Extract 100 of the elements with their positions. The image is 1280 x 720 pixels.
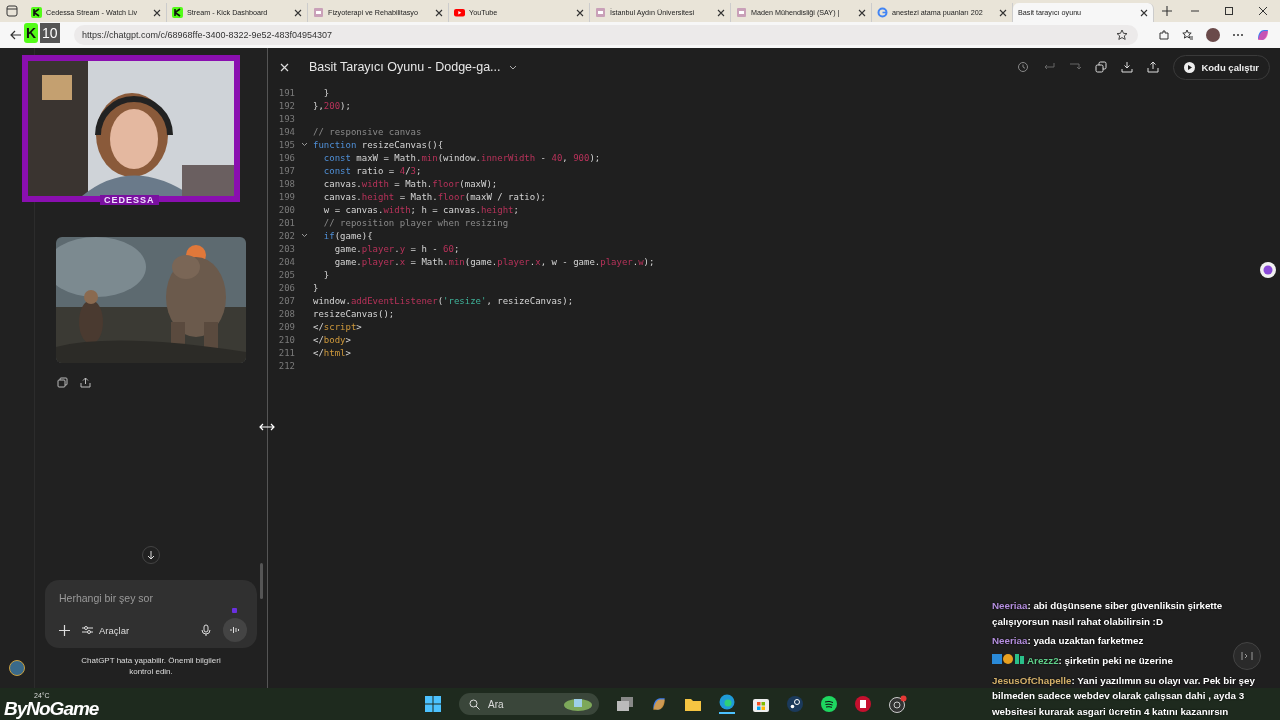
landscape-icon bbox=[563, 697, 593, 711]
message-input-placeholder[interactable]: Herhangi bir şey sor bbox=[59, 592, 247, 605]
close-tab-icon[interactable] bbox=[294, 8, 302, 17]
address-bar[interactable]: https://chatgpt.com/c/68968ffe-3400-8322-9e52-483f04954307 bbox=[74, 25, 1138, 45]
close-tab-icon[interactable] bbox=[858, 8, 866, 17]
code-line: const maxW = Math.min(window.innerWidth - 40, 900); bbox=[322, 152, 601, 163]
code-line: window.addEventListener('resize', resizeCanvas); bbox=[313, 295, 574, 306]
code-line: if(game){ bbox=[322, 230, 373, 241]
close-tab-icon[interactable] bbox=[999, 8, 1007, 17]
code-line: canvas.height = Math.floor(maxW / ratio); bbox=[322, 191, 547, 202]
task-view-icon[interactable] bbox=[617, 697, 633, 711]
line-number: 202 bbox=[277, 230, 295, 241]
tools-button[interactable]: Araçlar bbox=[82, 624, 130, 636]
code-line: </script> bbox=[313, 321, 362, 332]
extensions-icon[interactable] bbox=[1158, 29, 1170, 41]
line-number: 208 bbox=[277, 308, 295, 319]
close-tab-icon[interactable] bbox=[435, 8, 443, 17]
tab-actions-icon[interactable] bbox=[6, 5, 18, 17]
line-number: 193 bbox=[277, 113, 295, 124]
chat-message: Arezz2: şirketin peki ne üzerine bbox=[992, 653, 1173, 669]
line-number: 194 bbox=[277, 126, 295, 137]
disclaimer-text: ChatGPT hata yapabilir. Önemli bilgileri kontrol edin. bbox=[80, 655, 222, 679]
copy-icon[interactable] bbox=[57, 377, 68, 388]
close-tab-icon[interactable] bbox=[576, 8, 584, 17]
copy-icon[interactable] bbox=[1095, 61, 1108, 73]
microphone-icon[interactable] bbox=[201, 623, 211, 637]
user-avatar[interactable] bbox=[9, 660, 25, 676]
resize-cursor-icon bbox=[259, 423, 275, 431]
waveform-icon bbox=[230, 626, 240, 635]
taskbar-search-field[interactable]: Ara bbox=[459, 693, 599, 715]
line-number: 212 bbox=[277, 360, 295, 371]
chat-message: Neeriaa: yada uzaktan farketmez bbox=[992, 634, 1144, 649]
code-line: function resizeCanvas(){ bbox=[313, 139, 444, 150]
more-icon[interactable] bbox=[1232, 33, 1244, 37]
close-tab-icon[interactable] bbox=[1140, 8, 1148, 17]
line-number: 209 bbox=[277, 321, 295, 332]
close-icon[interactable] bbox=[1258, 6, 1268, 16]
app-icon[interactable] bbox=[855, 696, 871, 712]
code-line: </html> bbox=[313, 347, 351, 358]
chat-message: JesusOfChapelle: Yani yazılımın su olayı var. Pek bir şey bilmeden sadece webdev olarak çalışsan dahi , ayda 3 websitesi kurarak asgari ücretin 4 katını kazanırsın bbox=[992, 673, 1256, 720]
maximize-icon[interactable] bbox=[1224, 6, 1234, 16]
folder-icon[interactable] bbox=[685, 697, 701, 711]
line-number: 197 bbox=[277, 165, 295, 176]
badge-icons bbox=[992, 654, 1024, 664]
line-number: 203 bbox=[277, 243, 295, 254]
voice-mode-button[interactable] bbox=[223, 618, 247, 643]
terminal-icon[interactable] bbox=[1233, 642, 1261, 670]
close-tab-icon[interactable] bbox=[717, 8, 725, 17]
fold-chevron-icon[interactable] bbox=[300, 142, 308, 147]
brand-logo: ByNoGame bbox=[4, 699, 99, 719]
download-icon[interactable] bbox=[1121, 61, 1134, 73]
start-icon[interactable] bbox=[425, 696, 441, 712]
redo-icon[interactable] bbox=[1069, 62, 1082, 72]
tab-favicon-icon bbox=[454, 7, 465, 18]
code-line: // reposition player when resizing bbox=[322, 217, 509, 228]
star-icon[interactable] bbox=[1116, 29, 1128, 41]
line-number: 200 bbox=[277, 204, 295, 215]
url-text: https://chatgpt.com/c/68968ffe-3400-8322-9e52-483f04954307 bbox=[82, 30, 333, 40]
code-line: game.player.y = h - 60; bbox=[333, 243, 460, 254]
share-icon[interactable] bbox=[80, 377, 91, 388]
favorites-icon[interactable] bbox=[1182, 29, 1194, 41]
tab-favicon-icon bbox=[31, 7, 42, 18]
line-number: 196 bbox=[277, 152, 295, 163]
extension-icon[interactable] bbox=[1260, 262, 1276, 278]
store-icon[interactable] bbox=[753, 696, 769, 712]
share-icon[interactable] bbox=[1147, 61, 1160, 73]
sliders-icon bbox=[82, 625, 93, 636]
line-number: 192 bbox=[277, 100, 295, 111]
code-line: game.player.x = Math.min(game.player.x, w - game.player.w); bbox=[333, 256, 655, 267]
line-number: 204 bbox=[277, 256, 295, 267]
history-icon[interactable] bbox=[1017, 61, 1030, 73]
code-line: const ratio = 4/3; bbox=[322, 165, 422, 176]
code-line: } bbox=[322, 269, 330, 280]
fold-chevron-icon[interactable] bbox=[300, 233, 308, 238]
line-number: 206 bbox=[277, 282, 295, 293]
arrow-down-icon bbox=[146, 550, 156, 561]
code-line: } bbox=[313, 282, 319, 293]
code-line: w = canvas.width; h = canvas.height; bbox=[322, 204, 519, 215]
tab-favicon-icon bbox=[736, 7, 747, 18]
line-number: 198 bbox=[277, 178, 295, 189]
new-tab-icon[interactable] bbox=[1162, 6, 1172, 16]
tab-favicon-icon bbox=[877, 7, 888, 18]
message-composer[interactable]: Herhangi bir şey sor Araçlar bbox=[45, 580, 257, 649]
caret-icon[interactable] bbox=[508, 64, 517, 70]
camera-label: CEDESSA bbox=[100, 195, 159, 205]
line-number: 199 bbox=[277, 191, 295, 202]
code-line: resizeCanvas(); bbox=[313, 308, 395, 319]
add-icon[interactable] bbox=[59, 624, 70, 636]
canvas-title[interactable]: Basit Tarayıcı Oyunu - Dodge-ga... bbox=[309, 60, 501, 74]
back-icon[interactable] bbox=[10, 29, 22, 41]
line-number: 195 bbox=[277, 139, 295, 150]
undo-icon[interactable] bbox=[1043, 62, 1056, 72]
kick-logo: K bbox=[24, 23, 38, 43]
close-tab-icon[interactable] bbox=[153, 8, 161, 17]
viewer-count: 10 bbox=[40, 23, 60, 43]
code-line: </body> bbox=[313, 334, 351, 345]
code-line: canvas.width = Math.floor(maxW); bbox=[322, 178, 498, 189]
profile-avatar[interactable] bbox=[1206, 28, 1220, 42]
tab-favicon-icon bbox=[313, 7, 324, 18]
scroll-down-button[interactable] bbox=[142, 546, 160, 565]
